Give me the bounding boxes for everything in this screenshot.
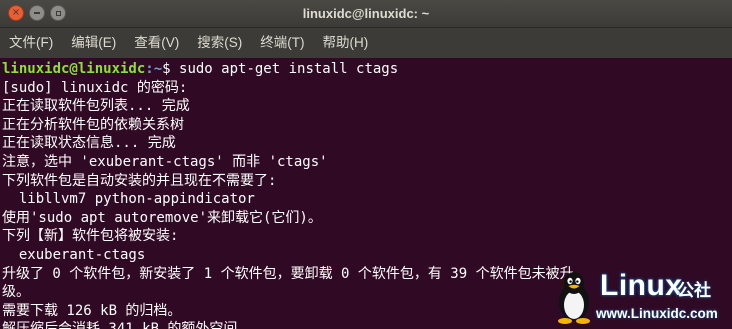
tux-penguin-icon	[558, 272, 590, 324]
menu-edit[interactable]: 编辑(E)	[62, 28, 125, 58]
output-line: 正在读取软件包列表... 完成	[2, 98, 190, 115]
menu-search[interactable]: 搜索(S)	[188, 28, 251, 58]
output-line: 正在分析软件包的依赖关系树	[2, 116, 184, 133]
menu-bar: 文件(F) 编辑(E) 查看(V) 搜索(S) 终端(T) 帮助(H)	[0, 28, 732, 58]
output-line: 正在读取状态信息... 完成	[2, 135, 176, 152]
window-title: linuxidc@linuxidc: ~	[302, 6, 430, 21]
menu-file[interactable]: 文件(F)	[0, 28, 62, 58]
output-line: libllvm7 python-appindicator	[2, 191, 255, 208]
menu-view[interactable]: 查看(V)	[125, 28, 188, 58]
menu-terminal[interactable]: 终端(T)	[251, 28, 313, 58]
prompt-user-host: linuxidc@linuxidc	[2, 61, 146, 77]
prompt-path: :~	[145, 61, 163, 77]
menu-help[interactable]: 帮助(H)	[314, 28, 378, 58]
logo-brand: Linux	[600, 269, 683, 302]
output-line: 下列软件包是自动安装的并且现在不需要了:	[2, 172, 277, 189]
output-line: 下列【新】软件包将被安装:	[2, 228, 179, 245]
prompt-command: sudo apt-get install ctags	[179, 61, 399, 77]
output-line: 使用'sudo apt autoremove'来卸载它(它们)。	[2, 209, 322, 226]
linuxidc-watermark: Linux 公社 www.Linuxidc.com	[550, 268, 728, 326]
title-bar[interactable]: × linuxidc@linuxidc: ~	[0, 0, 732, 28]
output-line: [sudo] linuxidc 的密码:	[2, 79, 188, 96]
prompt-symbol: $	[162, 61, 180, 77]
terminal-window: × linuxidc@linuxidc: ~ 文件(F) 编辑(E) 查看(V)…	[0, 0, 732, 329]
output-line: 注意，选中 'exuberant-ctags' 而非 'ctags'	[2, 153, 328, 170]
logo-suffix: 公社	[677, 281, 711, 301]
output-line: exuberant-ctags	[2, 246, 146, 263]
prompt-line: linuxidc@linuxidc:~$ sudo apt-get instal…	[2, 60, 732, 79]
logo-url: www.Linuxidc.com	[596, 306, 718, 321]
